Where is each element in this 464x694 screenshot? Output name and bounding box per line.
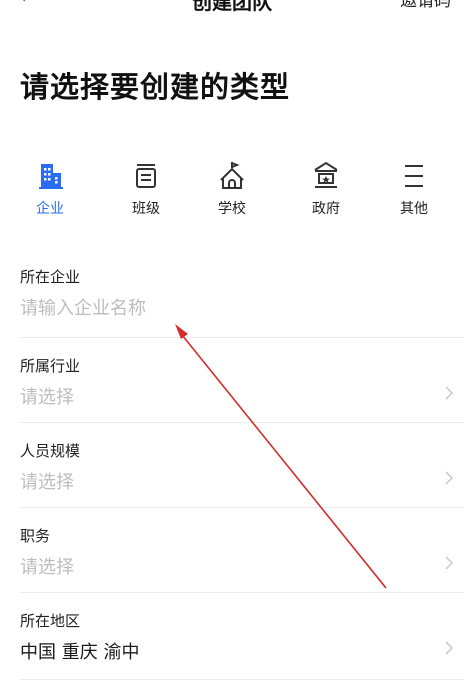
page-title: 请选择要创建的类型 (20, 70, 291, 104)
form-row-size[interactable]: 人员规模 请选择 (20, 440, 464, 508)
position-label: 职务 (20, 527, 51, 545)
invite-code-link[interactable]: 邀请码 (400, 0, 464, 11)
size-label: 人员规模 (20, 442, 81, 460)
form-row-industry[interactable]: 所属行业 请选择 (20, 355, 464, 423)
team-type-selector: 企业 班级 学校 政府 其他 (0, 160, 464, 230)
type-label-school: 学校 (218, 201, 246, 217)
company-input[interactable]: 请输入企业名称 (20, 294, 146, 320)
type-label-enterprise: 企业 (36, 201, 64, 217)
position-select[interactable]: 请选择 (20, 553, 74, 579)
region-select[interactable]: 中国 重庆 渝中 (20, 638, 139, 664)
size-select[interactable]: 请选择 (20, 468, 74, 494)
type-option-class[interactable]: 班级 (116, 160, 176, 218)
chevron-right-icon (445, 641, 454, 655)
form-row-position[interactable]: 职务 请选择 (20, 525, 464, 593)
industry-select[interactable]: 请选择 (20, 383, 74, 409)
industry-label: 所属行业 (20, 357, 81, 375)
chevron-right-icon (445, 556, 454, 570)
top-bar: ‹ 创建团队 邀请码 (0, 0, 464, 14)
government-icon (314, 161, 338, 188)
type-label-class: 班级 (132, 201, 160, 217)
type-label-other: 其他 (400, 201, 428, 217)
company-label: 所在企业 (20, 268, 81, 286)
region-label: 所在地区 (20, 612, 81, 630)
menu-icon (405, 165, 423, 187)
page-header-title: 创建团队 (192, 0, 272, 14)
chevron-right-icon (445, 471, 454, 485)
type-label-government: 政府 (312, 201, 340, 217)
chevron-right-icon (445, 386, 454, 400)
form-row-region[interactable]: 所在地区 中国 重庆 渝中 (20, 610, 464, 680)
school-icon (220, 162, 244, 189)
class-board-icon (136, 164, 156, 188)
type-option-school[interactable]: 学校 (202, 160, 262, 218)
form-row-company[interactable]: 所在企业 请输入企业名称 (20, 266, 464, 338)
type-option-government[interactable]: 政府 (296, 160, 356, 218)
type-option-other[interactable]: 其他 (384, 160, 444, 218)
building-icon (39, 164, 63, 189)
type-option-enterprise[interactable]: 企业 (20, 160, 80, 218)
